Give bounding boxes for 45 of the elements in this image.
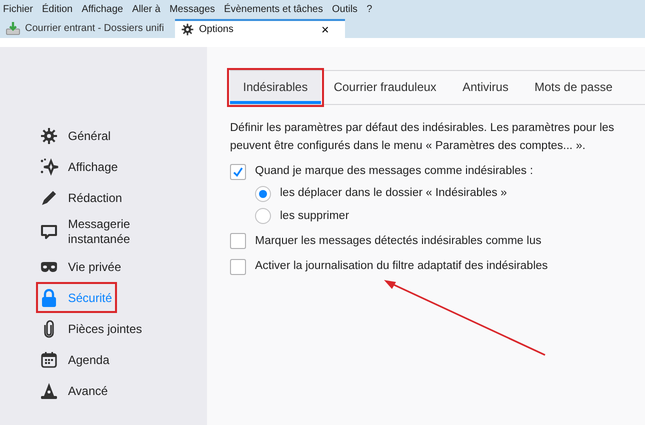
tab[interactable]: Options × [175, 19, 345, 38]
option-label[interactable]: les déplacer dans le dossier « Indésirables » [280, 185, 507, 202]
tab[interactable]: Courrier entrant - Dossiers unifi [0, 19, 175, 38]
sidebar-item[interactable]: Rédaction [36, 182, 128, 213]
menu-item[interactable]: Fichier [3, 2, 34, 17]
checkbox[interactable] [230, 233, 246, 250]
inbox-download-icon [6, 22, 20, 35]
sidebar-item[interactable]: Avancé [36, 375, 113, 406]
option-label[interactable]: Activer la journalisation du filtre adaptatif des indésirables [255, 258, 548, 276]
sidebar-item[interactable]: Affichage [36, 151, 123, 182]
option-label[interactable]: Marquer les messages détectés indésirables comme lus [255, 232, 542, 250]
description-text: Définir les paramètres par défaut des indésirables. Les paramètres pour les [230, 121, 616, 136]
tab[interactable]: Antivirus [449, 71, 522, 104]
option-label[interactable]: les supprimer [280, 208, 350, 225]
gear-icon [39, 126, 59, 144]
sidebar-item[interactable]: Général [36, 120, 116, 151]
close-button[interactable]: × [321, 23, 329, 36]
mask-icon [39, 260, 59, 272]
checkbox[interactable] [230, 164, 246, 180]
option-label[interactable]: Quand je marque des messages comme indésirables : [255, 163, 534, 180]
sparkle-icon [39, 158, 59, 176]
radio-button[interactable] [255, 186, 271, 202]
menu-item[interactable]: Outils [332, 2, 358, 17]
menu-item[interactable]: Évènements et tâches [224, 2, 323, 17]
tab[interactable]: Mots de passe [521, 71, 626, 104]
checkbox[interactable] [230, 258, 246, 275]
tab[interactable]: Indésirables [230, 71, 321, 104]
menu-item[interactable]: Édition [42, 2, 73, 17]
pen-icon [39, 188, 59, 206]
description-text: peuvent être configurés dans le menu « Paramètres des comptes... ». [230, 139, 586, 154]
tab[interactable]: Courrier frauduleux [320, 71, 450, 104]
sidebar-item[interactable]: Agenda [36, 344, 114, 375]
sidebar-item[interactable]: Pièces jointes [36, 313, 148, 344]
menu-item[interactable]: ? [366, 2, 372, 17]
radio-button[interactable] [255, 208, 271, 224]
menu-item[interactable]: Messages [169, 2, 216, 17]
menu-item[interactable]: Affichage [82, 2, 124, 17]
calendar-icon [39, 350, 59, 368]
gear-icon [181, 23, 194, 36]
sidebar-item[interactable]: Messagerie instantanée [36, 213, 143, 251]
chat-icon [39, 223, 59, 241]
menu-item[interactable]: Aller à [132, 2, 160, 17]
wizard-hat-icon [39, 382, 59, 400]
sidebar-item[interactable]: Vie privée [36, 251, 126, 282]
lock-icon [39, 288, 59, 306]
